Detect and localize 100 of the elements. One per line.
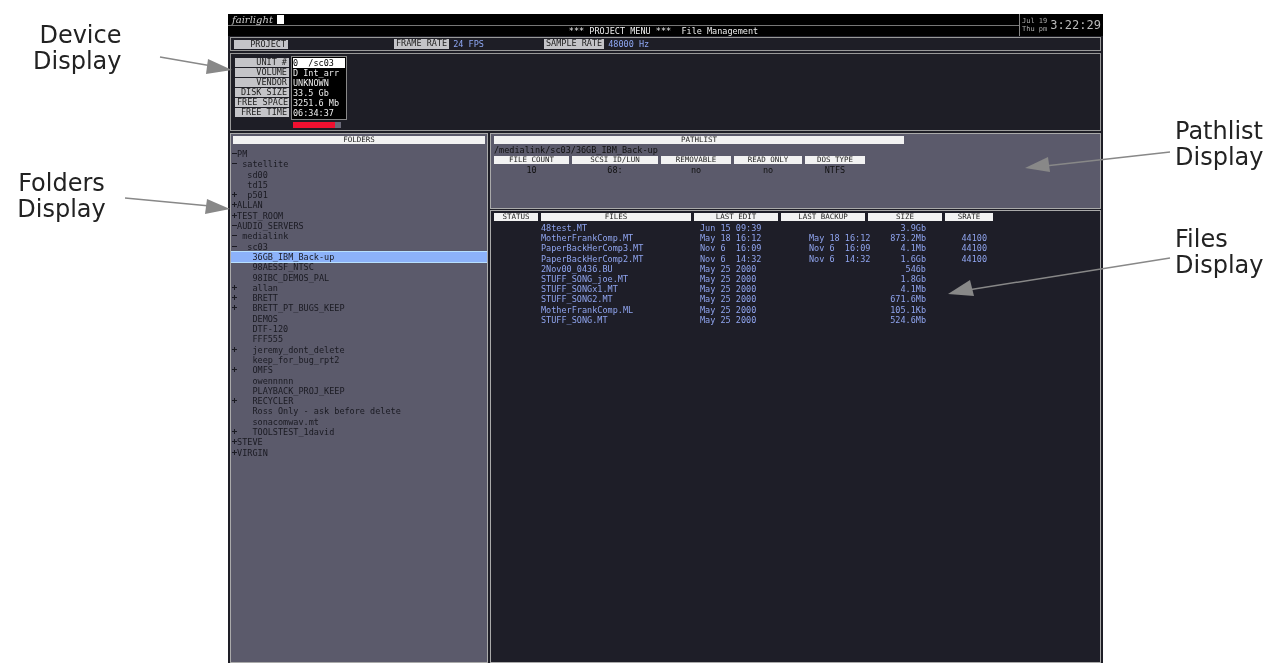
table-cell: 44100 (961, 233, 987, 244)
device-label: FREE TIME (235, 108, 289, 117)
folder-item[interactable]: TOOLSTEST_1david (231, 427, 487, 438)
table-cell-text: May 25 2000 (699, 284, 758, 295)
table-cell: 671.6Mb (890, 294, 926, 305)
field-label: FRAME RATE (394, 39, 450, 49)
table-cell-text: May 25 2000 (699, 314, 758, 326)
folder-item[interactable]: owennnnn (231, 375, 487, 386)
callout-label: Device Display (32, 22, 122, 74)
device-label: VENDOR (235, 78, 289, 87)
file-name[interactable]: MotherFrankComp.MT (541, 233, 691, 244)
plus-icon[interactable] (232, 398, 237, 404)
table-cell: 1.6Gb (900, 253, 926, 264)
folder-item[interactable]: VIRGIN (231, 447, 487, 458)
folder-item[interactable]: p501 (231, 190, 487, 201)
folder-item[interactable]: allan (231, 282, 487, 294)
plus-icon[interactable] (232, 346, 237, 352)
file-name[interactable]: 2Nov00_0436.BU (541, 263, 691, 274)
table-cell-text: May 25 2000 (699, 294, 758, 305)
file-name[interactable]: PaperBackHerComp2.MT (541, 253, 691, 264)
table-cell-text: Nov 6 16:09 (699, 243, 763, 254)
table-cell-text: May 18 16:12 (699, 233, 763, 244)
folder-item[interactable]: Ross Only - ask before delete (231, 406, 487, 417)
table-cell: 44100 (961, 253, 987, 264)
folder-item[interactable]: sonacomwav.mt (231, 416, 487, 427)
table-cell: 873.2Mb (890, 233, 926, 244)
field-value: 48000 Hz (608, 39, 650, 49)
file-name[interactable]: MotherFrankComp.ML (541, 304, 691, 315)
table-cell-text: May 25 2000 (699, 274, 758, 285)
callout-label: Files Display (1175, 226, 1265, 278)
device-value: 3251.6 Mb (293, 98, 341, 108)
folder-item[interactable]: 98IBC_DEMOS_PAL (231, 272, 487, 283)
file-name[interactable]: PaperBackHerComp3.MT (541, 243, 691, 254)
table-cell-text: May 25 2000 (699, 263, 758, 274)
device-value: 06:34:37 (293, 108, 335, 118)
plus-icon[interactable] (232, 367, 237, 373)
folder-item[interactable]: 36GB_IBM_Back-up (231, 251, 487, 263)
folder-item[interactable]: AUDIO_SERVERS (231, 221, 487, 232)
folder-item[interactable]: ALLAN (231, 200, 487, 211)
table-cell: 3.9Gb (900, 223, 926, 233)
device-label: DISK SIZE (235, 88, 289, 97)
folder-item[interactable]: DEMOS (231, 313, 487, 325)
folder-item[interactable]: OMFS (231, 365, 487, 376)
folder-item[interactable]: sc03 (231, 241, 487, 252)
device-value: 0 /sc03 (293, 58, 345, 68)
device-value: D Int_arr (293, 68, 341, 78)
folder-item[interactable]: medialink (231, 231, 487, 242)
menu-title: *** PROJECT MENU *** File Management (568, 26, 759, 36)
info-value: no (690, 164, 702, 176)
folder-item[interactable]: satellite (231, 159, 487, 170)
info-value: no (762, 164, 774, 176)
folder-item[interactable]: jeremy_dont_delete (231, 344, 487, 355)
table-cell: Nov 6 16:09 (809, 243, 871, 254)
folder-item[interactable]: TEST_ROOM (231, 210, 487, 222)
clock-time: 3:22:29 (1050, 18, 1101, 32)
device-label: FREE SPACE (235, 98, 289, 107)
folder-item[interactable]: PM (231, 149, 487, 160)
file-name[interactable]: 48test.MT (541, 223, 691, 234)
table-cell-text: Nov 6 14:32 (699, 253, 763, 264)
table-cell: 546b (905, 263, 926, 274)
device-label: UNIT # (235, 58, 289, 67)
file-name[interactable]: STUFF_SONG.MT (541, 314, 691, 326)
folder-item[interactable]: STEVE (231, 437, 487, 448)
table-cell-text: May 25 2000 (699, 304, 758, 315)
field-value: 24 FPS (453, 39, 484, 49)
table-cell: 44100 (961, 243, 987, 254)
file-name[interactable]: STUFF_SONG2.MT (541, 294, 691, 305)
folder-item[interactable]: td15 (231, 179, 487, 191)
info-value: NTFS (824, 164, 846, 176)
folder-item[interactable]: RECYCLER (231, 396, 487, 407)
folder-item[interactable]: PLAYBACK_PROJ_KEEP (231, 385, 487, 397)
logo: fairlight (232, 14, 273, 25)
device-value: 33.5 Gb (293, 88, 330, 98)
text-cursor (276, 15, 284, 24)
folder-item[interactable]: BRETT_PT_BUGS_KEEP (231, 303, 487, 314)
device-value: UNKNOWN (293, 78, 330, 88)
file-name[interactable]: STUFF_SONG_joe.MT (541, 274, 691, 285)
table-cell: 4.1Mb (900, 243, 926, 254)
table-cell: 4.1Mb (900, 284, 926, 295)
table-cell: 1.8Gb (900, 274, 926, 284)
callout-label: Pathlist Display (1175, 118, 1265, 170)
folder-item[interactable]: DTF-120 (231, 324, 487, 335)
table-cell: 524.6Mb (890, 314, 926, 325)
folder-item[interactable]: sd00 (231, 169, 487, 180)
callout-label: Folders Display (16, 170, 107, 222)
device-label: VOLUME (235, 68, 289, 77)
table-cell: Nov 6 14:32 (809, 253, 871, 264)
folder-item[interactable]: keep_for_bug_rpt2 (231, 354, 487, 366)
table-cell-text: Jun 15 09:39 (699, 223, 763, 234)
info-value: 10 (526, 164, 537, 176)
folder-item[interactable]: FFF555 (231, 334, 487, 345)
path-text: /medialink/sc03/36GB_IBM_Back-up (494, 145, 659, 155)
field-label: SAMPLE RATE (543, 39, 605, 49)
file-name[interactable]: STUFF_SONGx1.MT (541, 284, 691, 295)
folder-item[interactable]: 98AESSF_NTSC (231, 262, 487, 273)
table-cell: May 18 16:12 (809, 233, 871, 244)
folder-item[interactable]: BRETT (231, 293, 487, 304)
project-button[interactable]: PROJECT (234, 39, 288, 49)
info-value: 68: (607, 164, 623, 176)
table-cell: 105.1Kb (890, 304, 926, 315)
